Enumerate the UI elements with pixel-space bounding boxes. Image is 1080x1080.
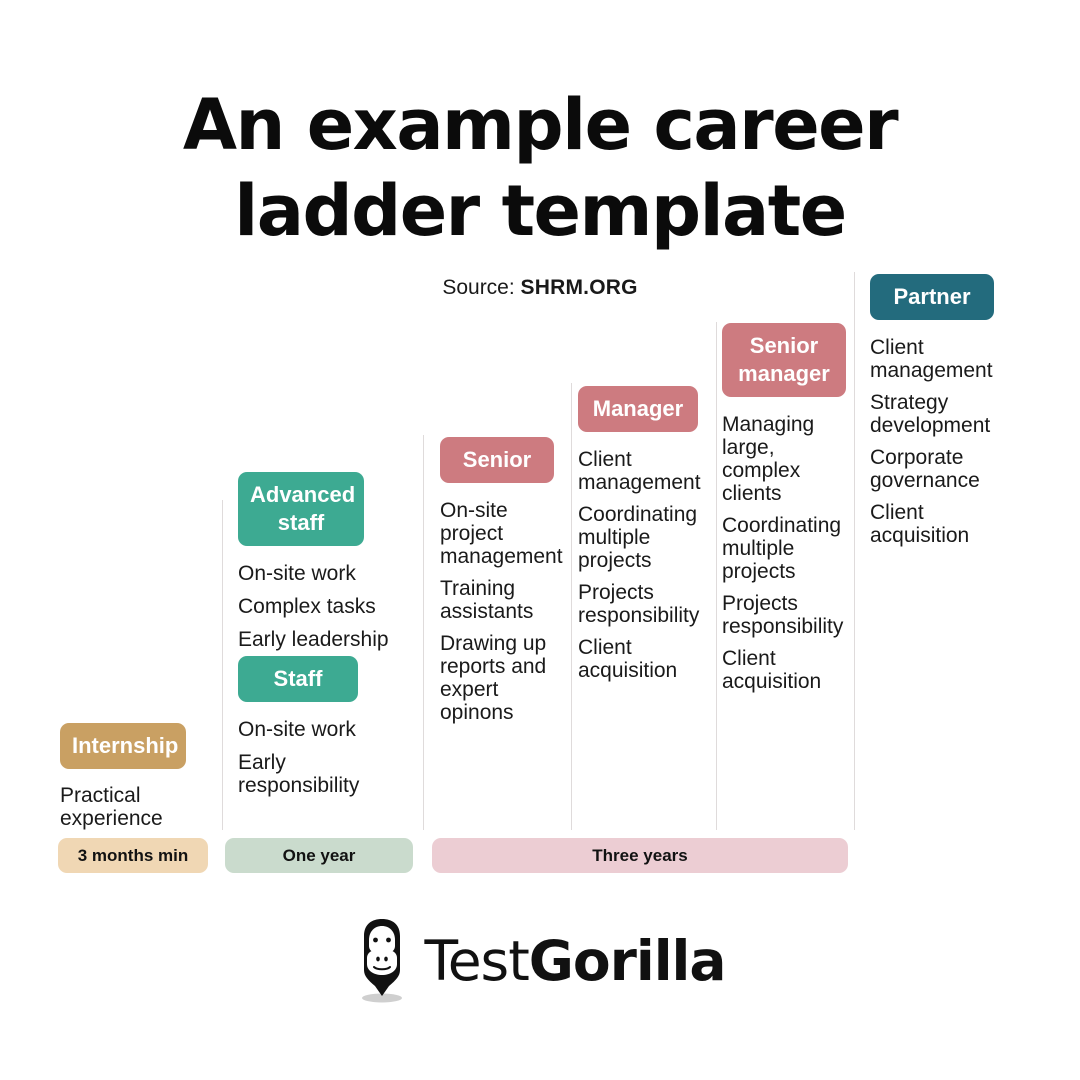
stage-bullets-internship: Practical experience — [60, 784, 210, 830]
list-item: On-site project management — [440, 499, 563, 568]
logo-text-test: Test — [424, 929, 529, 993]
timeline-bar-three-years: Three years — [432, 838, 848, 873]
stage-column-internship: Internship Practical experience — [60, 723, 210, 839]
list-item: Managing large, complex clients — [722, 413, 815, 505]
list-item: Projects responsibility — [578, 581, 700, 627]
list-item: Training assistants — [440, 577, 534, 623]
list-item: Client acquisition — [870, 501, 970, 547]
stage-badge-staff[interactable]: Staff — [238, 656, 358, 702]
stage-bullets-staff: On-site work Early responsibility — [238, 718, 413, 797]
stage-column-senior-manager: Senior manager Managing large, complex c… — [722, 323, 857, 702]
column-divider-senior-manager — [716, 322, 717, 830]
list-item: On-site work — [238, 562, 356, 585]
stage-badge-senior-manager[interactable]: Senior manager — [722, 323, 846, 397]
list-item: Drawing up reports and expert opinons — [440, 632, 547, 724]
stage-bullets-advanced-staff: On-site work Complex tasks Early leaders… — [238, 562, 413, 651]
timeline-bar-internship: 3 months min — [58, 838, 208, 873]
column-divider-senior — [423, 435, 424, 830]
list-item: Client acquisition — [722, 647, 822, 693]
testgorilla-logo: TestGorilla — [0, 918, 1080, 1004]
column-divider-staff — [222, 500, 223, 830]
column-divider-manager — [571, 383, 572, 830]
list-item: On-site work — [238, 718, 356, 741]
list-item: Practical experience — [60, 784, 163, 830]
list-item: Early leadership — [238, 628, 389, 651]
stage-bullets-senior: On-site project management Training assi… — [440, 499, 565, 724]
stage-column-manager: Manager Client management Coordinating m… — [578, 386, 708, 691]
logo-wordmark: TestGorilla — [424, 929, 727, 993]
stage-column-partner: Partner Client management Strategy devel… — [870, 274, 1010, 556]
stage-column-staff: Staff On-site work Early responsibility — [238, 656, 413, 806]
stage-bullets-manager: Client management Coordinating multiple … — [578, 448, 708, 682]
gorilla-pin-icon — [362, 919, 403, 1003]
stage-badge-advanced-staff[interactable]: Advanced staff — [238, 472, 364, 546]
list-item: Coordinating multiple projects — [722, 514, 842, 583]
list-item: Complex tasks — [238, 595, 376, 618]
stage-badge-partner[interactable]: Partner — [870, 274, 994, 320]
list-item: Coordinating multiple projects — [578, 503, 698, 572]
stage-column-senior: Senior On-site project management Traini… — [440, 437, 565, 733]
stage-badge-internship[interactable]: Internship — [60, 723, 186, 769]
list-item: Client management — [578, 448, 701, 494]
stage-badge-senior[interactable]: Senior — [440, 437, 554, 483]
stage-badge-manager[interactable]: Manager — [578, 386, 698, 432]
stage-column-advanced-staff: Advanced staff On-site work Complex task… — [238, 472, 413, 651]
list-item: Projects responsibility — [722, 592, 844, 638]
timeline-bar-one-year: One year — [225, 838, 413, 873]
logo-text-gorilla: Gorilla — [528, 929, 727, 993]
stage-bullets-senior-manager: Managing large, complex clients Coordina… — [722, 413, 857, 693]
list-item: Client management — [870, 336, 993, 382]
list-item: Strategy development — [870, 391, 991, 437]
stage-bullets-partner: Client management Strategy development C… — [870, 336, 1010, 547]
list-item: Early responsibility — [238, 751, 360, 797]
list-item: Corporate governance — [870, 446, 980, 492]
list-item: Client acquisition — [578, 636, 678, 682]
